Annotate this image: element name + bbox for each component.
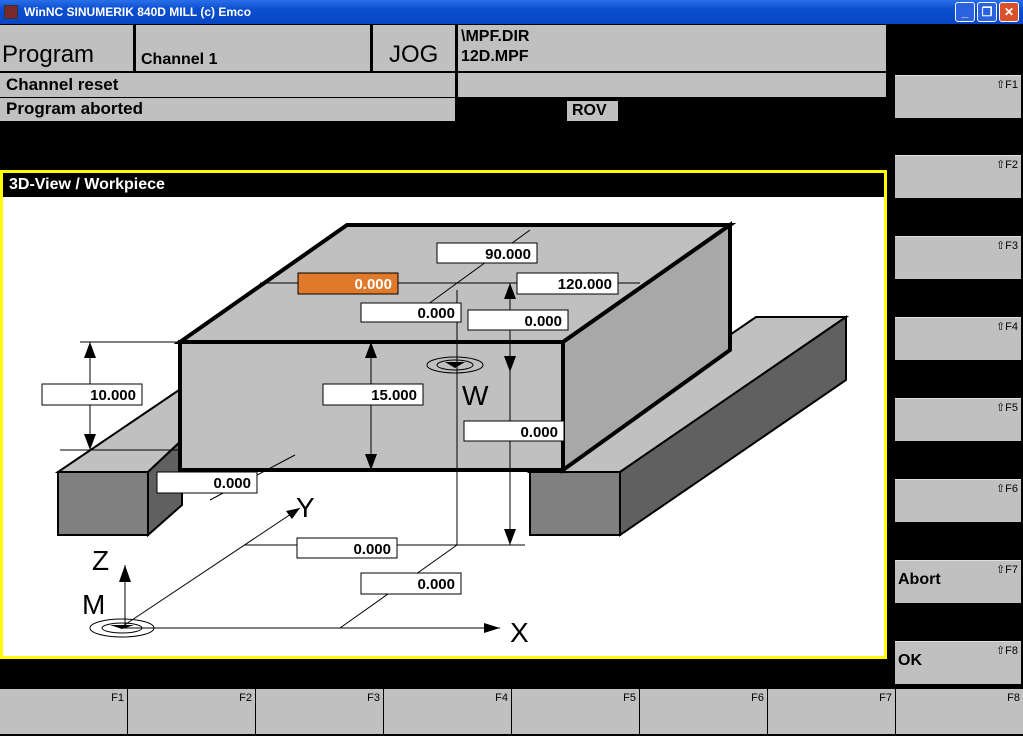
softkey-f5[interactable]: F5 — [512, 689, 639, 734]
field-offset-z-top[interactable]: 0.000 — [524, 313, 562, 330]
softkey-shift-f6[interactable]: ⇧F6 — [895, 479, 1021, 522]
field-w-y[interactable]: 0.000 — [353, 541, 391, 558]
softkey-f1[interactable]: F1 — [0, 689, 127, 734]
softkey-shift-f3[interactable]: ⇧F3 — [895, 236, 1021, 279]
softkey-f8[interactable]: F8 — [896, 689, 1023, 734]
softkey-shift-f1[interactable]: ⇧F1 — [895, 75, 1021, 118]
softkey-shift-f4[interactable]: ⇧F4 — [895, 317, 1021, 360]
field-front[interactable]: 0.000 — [213, 475, 251, 492]
axis-z-label: Z — [92, 545, 109, 576]
axis-m-label: M — [82, 589, 105, 620]
softkey-f7[interactable]: F7 — [768, 689, 895, 734]
abort-softkey[interactable]: ⇧F7 Abort — [895, 560, 1021, 603]
field-active[interactable]: 0.000 — [354, 276, 392, 293]
axis-x-label: X — [510, 617, 529, 648]
field-offset-y[interactable]: 0.000 — [417, 305, 455, 322]
softkey-shift-f2[interactable]: ⇧F2 — [895, 155, 1021, 198]
axis-w-label: W — [462, 380, 489, 411]
field-length-y[interactable]: 90.000 — [485, 246, 531, 263]
left-clamp-front — [57, 471, 149, 536]
field-w-z[interactable]: 0.000 — [520, 424, 558, 441]
workpiece-diagram: 0.000 90.000 120.000 0.000 0.000 10.000 … — [41, 221, 850, 648]
ok-softkey[interactable]: ⇧F8 OK — [895, 641, 1021, 684]
field-height[interactable]: 15.000 — [371, 387, 417, 404]
axis-y-label: Y — [296, 492, 315, 523]
softkey-f2[interactable]: F2 — [128, 689, 255, 734]
field-w-x[interactable]: 0.000 — [417, 576, 455, 593]
right-clamp-front — [529, 471, 621, 536]
softkey-f6[interactable]: F6 — [640, 689, 767, 734]
field-height-left[interactable]: 10.000 — [90, 387, 136, 404]
softkey-f4[interactable]: F4 — [384, 689, 511, 734]
softkey-f3[interactable]: F3 — [256, 689, 383, 734]
field-length-x[interactable]: 120.000 — [558, 276, 612, 293]
softkey-shift-f5[interactable]: ⇧F5 — [895, 398, 1021, 441]
